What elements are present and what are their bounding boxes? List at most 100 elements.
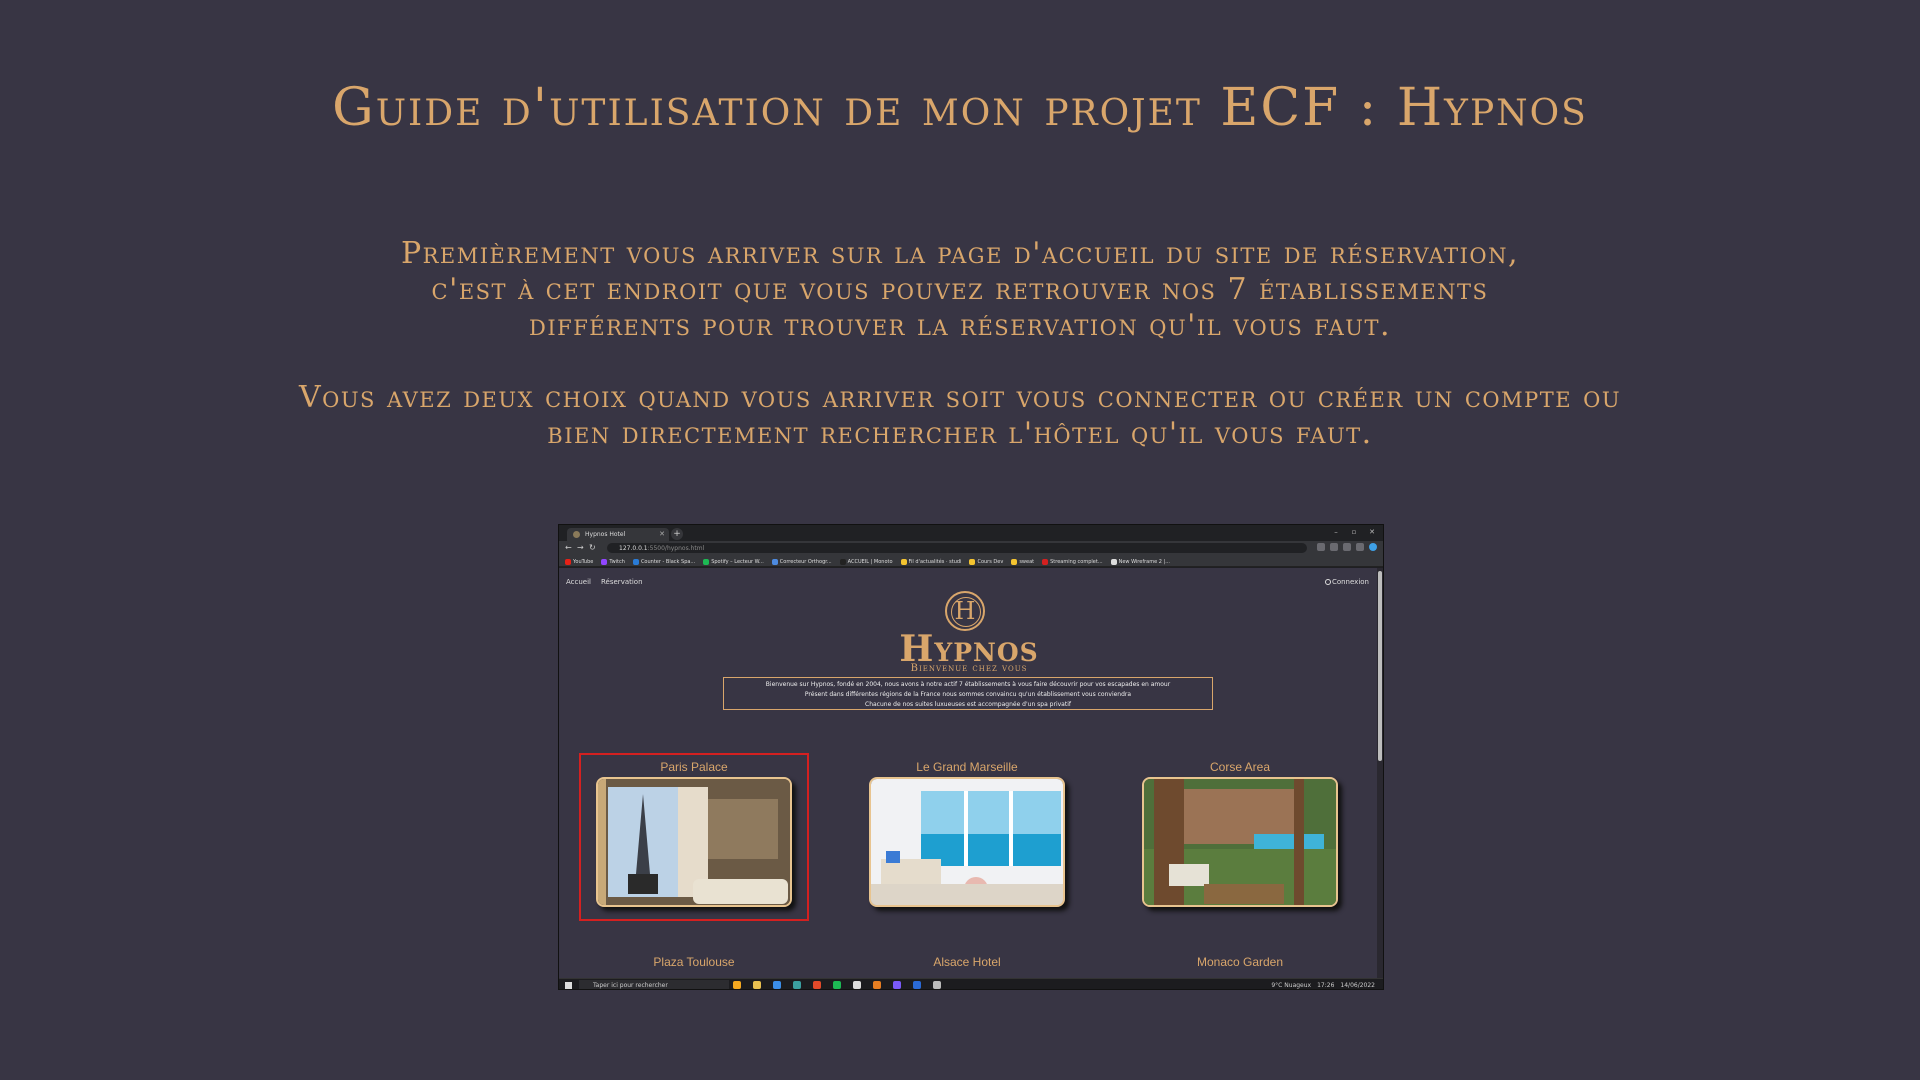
hotel-name: Alsace Hotel: [933, 955, 1001, 969]
hotel-card-marseille[interactable]: Le Grand Marseille: [867, 760, 1067, 907]
browser-tab[interactable]: Hypnos Hotel ✕: [567, 528, 669, 541]
close-window-icon[interactable]: ✕: [1365, 527, 1379, 538]
bookmark-icon: [703, 558, 710, 565]
logo-emblem: H: [945, 591, 985, 631]
url-host: 127.0.0.1: [619, 545, 648, 552]
star-icon[interactable]: [1330, 543, 1338, 551]
choices-paragraph: Vous avez deux choix quand vous arriver …: [0, 380, 1920, 452]
bookmark-item[interactable]: Twitch: [601, 557, 625, 566]
bookmark-item[interactable]: Counter - Black Spa...: [632, 557, 695, 566]
bookmark-item[interactable]: Fil d'actualités · studi: [900, 557, 962, 566]
tagline: Bienvenue chez vous: [910, 663, 1028, 674]
taskbar-search-label: Taper ici pour rechercher: [593, 982, 668, 989]
back-icon[interactable]: ←: [565, 543, 572, 552]
bookmark-icon: [632, 558, 639, 565]
taskbar-app-icon[interactable]: [733, 981, 741, 989]
welcome-line: Bienvenue sur Hypnos, fondé en 2004, nou…: [765, 681, 1171, 688]
hotel-name: Monaco Garden: [1196, 955, 1284, 969]
choices-line: Vous avez deux choix quand vous arriver …: [298, 380, 1622, 415]
bookmark-icon: [601, 558, 608, 565]
scroll-thumb[interactable]: [1378, 571, 1382, 761]
bookmark-item[interactable]: YouTube: [565, 557, 593, 566]
nav-reservation-link[interactable]: Réservation: [601, 578, 643, 586]
intro-line: différents pour trouver la réservation q…: [529, 308, 1391, 343]
profile-icon[interactable]: [1369, 543, 1377, 551]
hotel-card-alsace[interactable]: Alsace Hotel: [867, 955, 1067, 969]
welcome-line: Chacune de nos suites luxueuses est acco…: [865, 701, 1071, 708]
bookmark-icon: [1110, 558, 1117, 565]
extensions-icon[interactable]: [1343, 543, 1351, 551]
hotel-name: Plaza Toulouse: [653, 955, 735, 969]
browser-tab-bar: Hypnos Hotel ✕ + – ▫ ✕: [559, 525, 1383, 541]
taskbar-app-icon[interactable]: [893, 981, 901, 989]
hotel-card-corse[interactable]: Corse Area: [1140, 760, 1340, 907]
hotel-card-monaco[interactable]: Monaco Garden: [1140, 955, 1340, 969]
bookmark-icon: [900, 558, 907, 565]
bookmark-label: sweat: [1019, 558, 1035, 565]
bookmark-label: New Wireframe 2 |...: [1118, 558, 1170, 565]
bookmark-item[interactable]: Cours Dev: [969, 557, 1003, 566]
intro-line: Premièrement vous arriver sur la page d'…: [400, 236, 1520, 271]
bookmark-label: ACCUEIL | Monoto: [847, 558, 893, 565]
intro-line: c'est à cet endroit que vous pouvez retr…: [431, 272, 1489, 307]
welcome-line: Présent dans différentes régions de la F…: [804, 691, 1132, 698]
hotel-photo-marseille[interactable]: [869, 777, 1065, 907]
taskbar-search-input[interactable]: Taper ici pour rechercher: [579, 980, 729, 989]
hotel-photo-corse[interactable]: [1142, 777, 1338, 907]
taskbar-app-icon[interactable]: [773, 981, 781, 989]
windows-taskbar: Taper ici pour rechercher 9°C Nuageux 17…: [559, 978, 1383, 989]
intro-paragraph: Premièrement vous arriver sur la page d'…: [0, 236, 1920, 344]
bookmark-icon: [1042, 558, 1049, 565]
taskbar-app-icon[interactable]: [933, 981, 941, 989]
bookmark-label: YouTube: [573, 558, 594, 565]
new-tab-button[interactable]: +: [671, 528, 683, 540]
bookmark-item[interactable]: Correcteur Orthogr...: [771, 557, 832, 566]
windows-start-icon[interactable]: [565, 982, 572, 989]
bookmark-item[interactable]: sweat: [1011, 557, 1034, 566]
taskbar-app-icon[interactable]: [793, 981, 801, 989]
bookmark-label: Cours Dev: [977, 558, 1004, 565]
hypnos-page: Accueil Réservation Connexion H Hypnos B…: [559, 568, 1379, 978]
bookmark-item[interactable]: Streaming complet...: [1042, 557, 1103, 566]
taskbar-app-icon[interactable]: [853, 981, 861, 989]
bookmark-icon: [969, 558, 976, 565]
minimize-icon[interactable]: –: [1329, 527, 1343, 538]
taskbar-app-icon[interactable]: [753, 981, 761, 989]
nav-home-link[interactable]: Accueil: [566, 578, 591, 586]
slide-title: Guide d'utilisation de mon projet ECF : …: [332, 78, 1588, 138]
url-input[interactable]: 127.0.0.1:5500/hypnos.html: [607, 543, 1307, 553]
bookmark-label: Correcteur Orthogr...: [779, 558, 832, 565]
forward-icon[interactable]: →: [577, 543, 584, 552]
welcome-box: Bienvenue sur Hypnos, fondé en 2004, nou…: [723, 677, 1213, 710]
taskbar-app-icon[interactable]: [913, 981, 921, 989]
choices-line: bien directement rechercher l'hôtel qu'i…: [547, 416, 1373, 451]
bookmark-item[interactable]: New Wireframe 2 |...: [1110, 557, 1170, 566]
highlight-box: [579, 753, 809, 921]
bookmark-item[interactable]: ACCUEIL | Monoto: [839, 557, 893, 566]
bookmark-icon: [1011, 558, 1018, 565]
hotel-name: Le Grand Marseille: [916, 760, 1018, 774]
bookmark-label: Streaming complet...: [1050, 558, 1103, 565]
bookmark-icon: [771, 558, 778, 565]
reload-icon[interactable]: ↻: [589, 543, 596, 552]
taskbar-app-icon[interactable]: [813, 981, 821, 989]
bookmark-label: Twitch: [609, 558, 625, 565]
hotel-name: Corse Area: [1209, 760, 1271, 774]
browser-screenshot: Hypnos Hotel ✕ + – ▫ ✕ ← → ↻ 127.0.0.1:5…: [558, 524, 1384, 990]
login-link[interactable]: Connexion: [1324, 578, 1369, 586]
bookmark-icon: [839, 558, 846, 565]
close-icon[interactable]: ✕: [659, 530, 665, 538]
sidebar-icon[interactable]: [1356, 543, 1364, 551]
bookmark-item[interactable]: Spotify – Lecteur W...: [703, 557, 764, 566]
maximize-icon[interactable]: ▫: [1347, 527, 1361, 538]
hotel-card-toulouse[interactable]: Plaza Toulouse: [594, 955, 794, 969]
bookmark-icon: [565, 558, 571, 565]
clock-date: 14/06/2022: [1340, 982, 1375, 989]
login-label: Connexion: [1331, 578, 1369, 586]
taskbar-app-icon[interactable]: [833, 981, 841, 989]
user-icon: [1324, 579, 1331, 585]
bookmarks-bar: YouTube Twitch Counter - Black Spa... Spoti…: [559, 555, 1383, 567]
bookmark-label: Fil d'actualités · studi: [908, 558, 962, 565]
taskbar-app-icon[interactable]: [873, 981, 881, 989]
share-icon[interactable]: [1317, 543, 1325, 551]
